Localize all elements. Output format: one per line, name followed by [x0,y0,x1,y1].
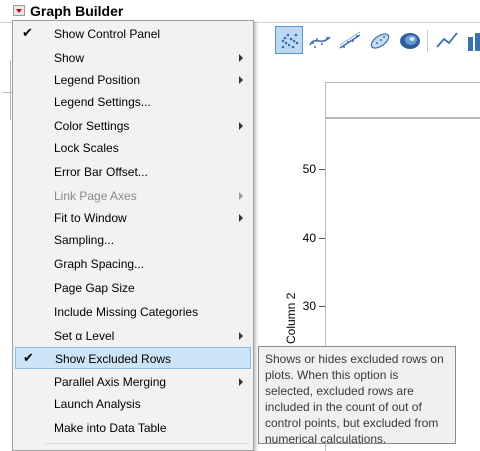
menu-item-sampling[interactable]: Sampling... [15,229,251,251]
graph-builder-context-menu: ✔ Show Control Panel Show Legend Positio… [12,20,254,451]
menu-item-label: Error Bar Offset... [54,165,148,179]
points-icon [281,33,299,49]
y-tick-mark [319,169,325,170]
menu-item-show-excluded-rows[interactable]: ✔ Show Excluded Rows [15,347,251,369]
submenu-arrow-icon [239,332,243,340]
menu-item-page-gap-size[interactable]: Page Gap Size [15,277,251,299]
menu-item-lock-scales[interactable]: Lock Scales [15,137,251,159]
menu-item-label: Fit to Window [54,211,127,225]
menu-item-include-missing-categories[interactable]: Include Missing Categories [15,301,251,323]
menu-item-parallel-axis-merging[interactable]: Parallel Axis Merging [15,371,251,393]
menu-item-error-bar-offset[interactable]: Error Bar Offset... [15,161,251,183]
contour-icon [400,33,420,49]
menu-item-label: Page Gap Size [54,281,135,295]
checkmark-icon: ✔ [22,25,33,40]
menu-item-show-control-panel[interactable]: ✔ Show Control Panel [15,23,251,45]
submenu-arrow-icon [239,378,243,386]
menu-item-label: Show Control Panel [54,27,161,41]
menu-item-label: Parallel Axis Merging [54,375,167,389]
title-bar: Graph Builder [0,0,480,22]
bar-icon [468,33,480,51]
menu-separator [45,443,249,444]
window-title: Graph Builder [30,3,124,19]
y-axis-title[interactable]: Column 2 [284,293,298,344]
submenu-arrow-icon [239,192,243,200]
menu-item-label: Color Settings [54,119,130,133]
y-tick-label: 40 [302,231,316,245]
menu-item-label: Show [54,51,85,65]
menu-item-show[interactable]: Show [15,47,251,69]
y-tick-mark [319,238,325,239]
option-tooltip: Shows or hides excluded rows on plots. W… [258,346,456,446]
x-drop-zone[interactable] [325,82,480,118]
toolbar-separator [427,30,428,52]
menu-item-fit-to-window[interactable]: Fit to Window [15,207,251,229]
smoother-icon [309,36,331,48]
control-panel-edge [10,60,11,120]
line-button[interactable] [432,26,460,54]
menu-item-label: Legend Position [54,73,141,87]
menu-item-legend-position[interactable]: Legend Position [15,69,251,91]
bar-button[interactable] [462,26,480,54]
line-of-fit-button[interactable] [335,26,363,54]
menu-item-label: Legend Settings... [54,95,151,109]
menu-item-set-alpha-level[interactable]: Set α Level [15,325,251,347]
control-panel-edge-tick [2,92,12,93]
menu-item-label: Set α Level [54,329,115,343]
smoother-button[interactable] [305,26,333,54]
line-icon [436,32,458,48]
menu-item-label: Include Missing Categories [54,305,199,319]
menu-item-make-into-data-table[interactable]: Make into Data Table [15,417,251,439]
menu-item-label: Make into Data Table [54,421,167,435]
checkmark-icon: ✔ [23,350,34,365]
submenu-arrow-icon [239,76,243,84]
menu-item-label: Launch Analysis [54,397,141,411]
line-of-fit-icon [339,31,361,49]
submenu-arrow-icon [239,122,243,130]
menu-item-legend-settings[interactable]: Legend Settings... [15,91,251,113]
red-triangle-menu-icon[interactable] [13,5,25,16]
menu-item-label: Link Page Axes [54,189,137,203]
ellipse-icon [370,33,390,49]
menu-item-label: Graph Spacing... [54,257,145,271]
menu-item-link-page-axes: Link Page Axes [15,185,251,207]
points-button[interactable] [275,26,303,54]
menu-item-label: Lock Scales [54,141,119,155]
ellipse-button[interactable] [365,26,393,54]
contour-button[interactable] [395,26,423,54]
menu-item-graph-spacing[interactable]: Graph Spacing... [15,253,251,275]
menu-item-color-settings[interactable]: Color Settings [15,115,251,137]
menu-item-launch-analysis[interactable]: Launch Analysis [15,393,251,415]
submenu-arrow-icon [239,54,243,62]
menu-item-label: Show Excluded Rows [55,352,172,366]
y-tick-label: 50 [302,162,316,176]
menu-item-label: Sampling... [54,233,115,247]
submenu-arrow-icon [239,214,243,222]
y-tick-mark [319,306,325,307]
